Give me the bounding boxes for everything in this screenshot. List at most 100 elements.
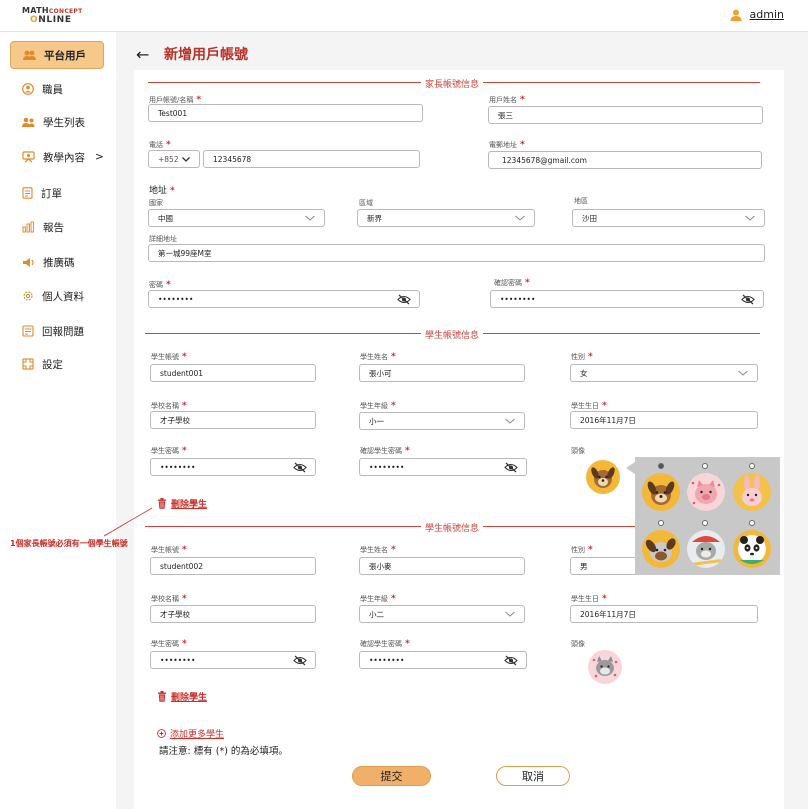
delete-student-button[interactable]: 刪除學生 [157, 497, 207, 510]
sidebar-item-profile[interactable]: 個人資料 [10, 282, 104, 310]
phone-code-select[interactable]: +852 [148, 150, 200, 168]
sidebar-item-teaching[interactable]: 教學內容 > [10, 143, 104, 171]
sidebar-item-staff[interactable]: 職員 [10, 75, 104, 103]
detail-address-input[interactable]: 第一城99座M室 [148, 244, 765, 262]
grade-select[interactable]: 小二 [359, 605, 525, 623]
student-avatar-cat[interactable] [588, 650, 622, 684]
avatar-radio[interactable] [749, 463, 755, 469]
phone-input[interactable]: 12345678 [203, 150, 420, 168]
delete-student-label: 刪除學生 [171, 693, 208, 703]
student-password-input[interactable]: •••••••• [150, 651, 316, 669]
back-arrow-icon[interactable]: ← [136, 45, 149, 64]
eye-slash-icon[interactable] [397, 294, 411, 305]
student-password-input[interactable]: •••••••• [150, 458, 316, 476]
avatar-option-pig[interactable] [687, 473, 725, 511]
student-password-value: •••••••• [160, 462, 196, 472]
username-input[interactable]: 張三 [488, 106, 763, 124]
student-name-input[interactable]: 張小麥 [359, 557, 525, 575]
sidebar-item-promo-code[interactable]: 推廣碼 [10, 248, 104, 276]
section-divider [145, 526, 635, 527]
student-password-label: 學生密碼 * [151, 446, 187, 456]
sidebar-item-label: 學生列表 [43, 116, 85, 129]
user-name-link[interactable]: admin [750, 8, 784, 21]
submit-button[interactable]: 提交 [352, 766, 431, 786]
email-input[interactable]: 12345678@gmail.com [488, 151, 762, 169]
student-confirm-password-input[interactable]: •••••••• [359, 651, 527, 669]
school-label: 學校名稱 * [151, 401, 187, 411]
district-label: 地區 [574, 197, 588, 205]
confirm-password-label: 確認密碼 * [494, 278, 530, 288]
avatar-option-dog[interactable] [642, 473, 680, 511]
account-input[interactable]: Test001 [148, 104, 423, 122]
avatar-option-cat-surfer[interactable] [687, 530, 725, 568]
cat-avatar-icon [592, 656, 618, 678]
sidebar-item-label: 訂單 [41, 187, 62, 200]
password-input[interactable]: •••••••• [148, 290, 420, 308]
grade-value: 小二 [369, 609, 384, 619]
student-confirm-password-input[interactable]: •••••••• [359, 458, 527, 476]
student-account-label: 學生帳號 * [151, 545, 187, 555]
delete-student-button[interactable]: 刪除學生 [157, 690, 207, 703]
sidebar-item-label: 報告 [43, 221, 64, 234]
sidebar-item-students[interactable]: 學生列表 [10, 108, 104, 136]
student-name-label: 學生姓名 * [360, 545, 396, 555]
dog-avatar-icon [647, 481, 675, 505]
avatar-radio-selected[interactable] [658, 463, 664, 469]
pig-avatar-icon [691, 480, 721, 505]
sidebar-item-orders[interactable]: 訂單 [10, 179, 104, 207]
chevron-down-icon [505, 611, 515, 617]
eye-slash-icon[interactable] [741, 294, 755, 305]
region-select[interactable]: 新界 [357, 209, 535, 227]
student-name-input[interactable]: 張小可 [359, 364, 525, 382]
avatar-option-puppy[interactable] [642, 530, 680, 568]
chevron-down-icon [515, 215, 525, 221]
plus-circle-icon [157, 729, 166, 738]
region-value: 新界 [367, 213, 382, 223]
grade-select[interactable]: 小一 [359, 412, 525, 430]
add-more-students-button[interactable]: 添加更多學生 [157, 727, 224, 740]
logo-text-math: MATH [22, 6, 49, 15]
country-select[interactable]: 中國 [148, 209, 325, 227]
avatar-radio[interactable] [702, 520, 708, 526]
gender-select[interactable]: 女 [570, 364, 758, 382]
sidebar-item-settings[interactable]: 設定 [10, 350, 104, 378]
sidebar-item-platform-users[interactable]: 平台用戶 [10, 41, 104, 69]
settings-icon [22, 358, 34, 370]
region-label: 區域 [359, 199, 373, 207]
chevron-down-icon [182, 157, 190, 162]
rabbit-avatar-icon [742, 475, 762, 506]
dog-avatar-icon [591, 467, 615, 488]
phone-label: 電話 * [149, 140, 171, 150]
avatar-option-panda[interactable] [733, 530, 771, 568]
cancel-button[interactable]: 取消 [496, 766, 570, 786]
eye-slash-icon[interactable] [504, 462, 518, 473]
student-account-input[interactable]: student001 [150, 364, 316, 382]
birthday-input[interactable]: 2016年11月7日 [570, 411, 758, 429]
eye-slash-icon[interactable] [293, 462, 307, 473]
birthday-input[interactable]: 2016年11月7日 [570, 605, 758, 623]
avatar-radio[interactable] [658, 520, 664, 526]
eye-slash-icon[interactable] [504, 655, 518, 666]
avatar-label: 頭像 [571, 640, 585, 648]
eye-slash-icon[interactable] [293, 655, 307, 666]
feedback-icon [22, 325, 34, 337]
annotation-leader-line [103, 507, 153, 537]
avatar-radio[interactable] [749, 520, 755, 526]
avatar-radio[interactable] [702, 463, 708, 469]
avatar-option-rabbit[interactable] [733, 473, 771, 511]
district-select[interactable]: 沙田 [572, 209, 765, 227]
school-input[interactable]: 才子學校 [150, 605, 316, 623]
chevron-down-icon [745, 215, 755, 221]
confirm-password-input[interactable]: •••••••• [490, 290, 764, 308]
sidebar-item-label: 推廣碼 [43, 256, 75, 269]
sidebar-item-reports[interactable]: 報告 [10, 213, 104, 241]
app-logo[interactable]: MATHCONCEPT ONLINE [22, 6, 83, 25]
student-account-input[interactable]: student002 [150, 557, 316, 575]
sidebar-item-feedback[interactable]: 回報問題 [10, 317, 104, 345]
student-password-label: 學生密碼 * [151, 639, 187, 649]
school-label: 學校名稱 * [151, 594, 187, 604]
user-menu[interactable]: admin [730, 8, 784, 21]
school-input[interactable]: 才子學校 [150, 411, 316, 429]
student-avatar-dog[interactable] [586, 460, 620, 494]
gender-label: 性別 * [571, 352, 593, 362]
